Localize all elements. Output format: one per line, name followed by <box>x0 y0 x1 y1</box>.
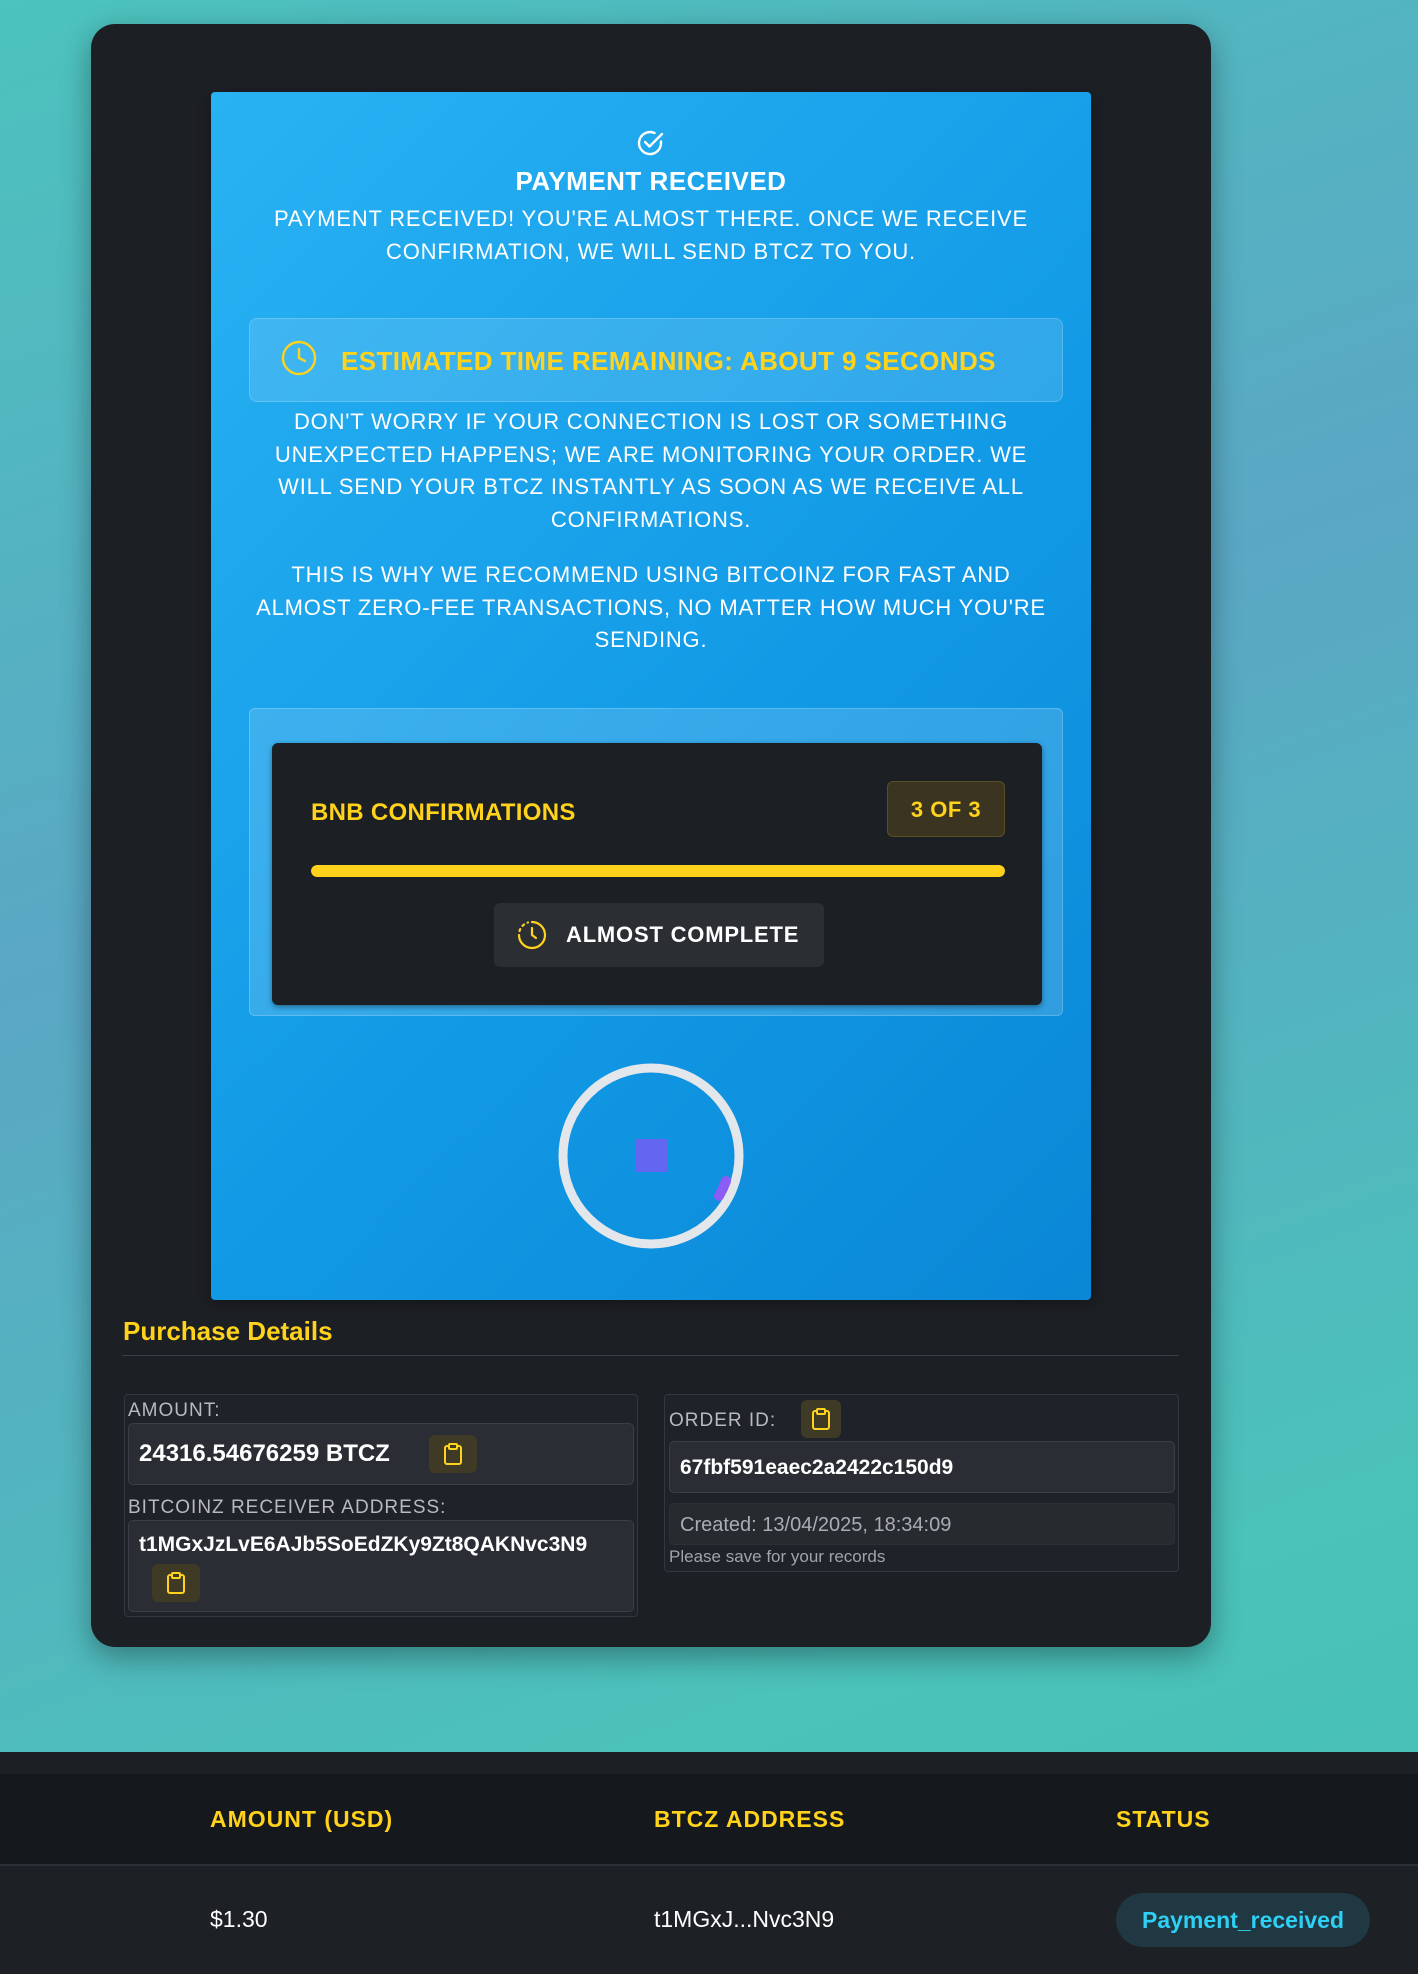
table-row[interactable]: $1.30 t1MGxJ...Nvc3N9 Payment_received <box>0 1866 1418 1974</box>
spinner-square <box>635 1139 668 1172</box>
status-badge: Payment_received <box>1116 1893 1370 1947</box>
row-amount: $1.30 <box>210 1906 268 1932</box>
amount-value: 24316.54676259 BTCZ <box>139 1440 390 1467</box>
payment-title: PAYMENT RECEIVED <box>515 166 787 196</box>
save-note: Please save for your records <box>669 1547 886 1566</box>
column-header-status: STATUS <box>1116 1806 1211 1832</box>
order-id-value-box: 67fbf591eaec2a2422c150d9 <box>669 1441 1175 1493</box>
clock-dashed-icon <box>517 920 547 950</box>
amount-value-box: 24316.54676259 BTCZ <box>128 1423 634 1485</box>
confirmations-count-badge: 3 OF 3 <box>887 781 1005 837</box>
clipboard-icon <box>812 1408 830 1430</box>
eta-box: ESTIMATED TIME REMAINING: ABOUT 9 SECOND… <box>249 318 1063 402</box>
order-id-value: 67fbf591eaec2a2422c150d9 <box>680 1456 954 1479</box>
payment-status-panel: PAYMENT RECEIVED PAYMENT RECEIVED! YOU'R… <box>211 92 1091 1300</box>
column-header-address: BTCZ ADDRESS <box>654 1806 846 1832</box>
copy-amount-button[interactable] <box>429 1435 477 1473</box>
confirmations-label: BNB CONFIRMATIONS <box>311 799 576 826</box>
address-label: BITCOINZ RECEIVER ADDRESS: <box>128 1497 447 1518</box>
clock-icon <box>281 340 317 376</box>
order-box: ORDER ID: 67fbf591eaec2a2422c150d9 Creat… <box>664 1394 1179 1572</box>
copy-address-button[interactable] <box>152 1564 200 1602</box>
loading-spinner <box>558 1063 744 1249</box>
order-id-label: ORDER ID: <box>669 1410 777 1431</box>
purchase-details-title: Purchase Details <box>123 1316 333 1346</box>
reassurance-text: DON'T WORRY IF YOUR CONNECTION IS LOST O… <box>274 409 1028 532</box>
created-box: Created: 13/04/2025, 18:34:09 <box>669 1503 1175 1545</box>
amount-address-box: AMOUNT: 24316.54676259 BTCZ BITCOINZ REC… <box>124 1394 638 1617</box>
check-circle-icon <box>637 130 664 156</box>
copy-order-id-button[interactable] <box>801 1400 841 1438</box>
address-value-box: t1MGxJzLvE6AJb5SoEdZKy9Zt8QAKNvc3N9 <box>128 1520 634 1612</box>
payment-message: PAYMENT RECEIVED! YOU'RE ALMOST THERE. O… <box>274 206 1028 264</box>
column-header-amount: AMOUNT (USD) <box>210 1806 394 1832</box>
amount-label: AMOUNT: <box>128 1400 221 1421</box>
confirmations-card: BNB CONFIRMATIONS 3 OF 3 ALMOST COMPLETE <box>272 743 1042 1005</box>
confirmation-status-chip: ALMOST COMPLETE <box>494 903 824 967</box>
confirmations-container: BNB CONFIRMATIONS 3 OF 3 ALMOST COMPLETE <box>249 708 1063 1016</box>
confirmations-progress-bar <box>311 865 1005 877</box>
confirmation-status-label: ALMOST COMPLETE <box>566 922 800 947</box>
table-header: AMOUNT (USD) BTCZ ADDRESS STATUS <box>0 1774 1418 1864</box>
clipboard-icon <box>167 1572 185 1594</box>
recommendation-text: THIS IS WHY WE RECOMMEND USING BITCOINZ … <box>256 562 1046 652</box>
table-top-edge <box>0 1752 1418 1774</box>
receiver-address: t1MGxJzLvE6AJb5SoEdZKy9Zt8QAKNvc3N9 <box>139 1533 588 1556</box>
eta-text: ESTIMATED TIME REMAINING: ABOUT 9 SECOND… <box>341 346 996 376</box>
clipboard-icon <box>444 1443 462 1465</box>
created-timestamp: Created: 13/04/2025, 18:34:09 <box>680 1514 952 1536</box>
progress-fill <box>311 865 1005 877</box>
row-address: t1MGxJ...Nvc3N9 <box>654 1906 835 1932</box>
section-divider <box>122 1355 1179 1356</box>
